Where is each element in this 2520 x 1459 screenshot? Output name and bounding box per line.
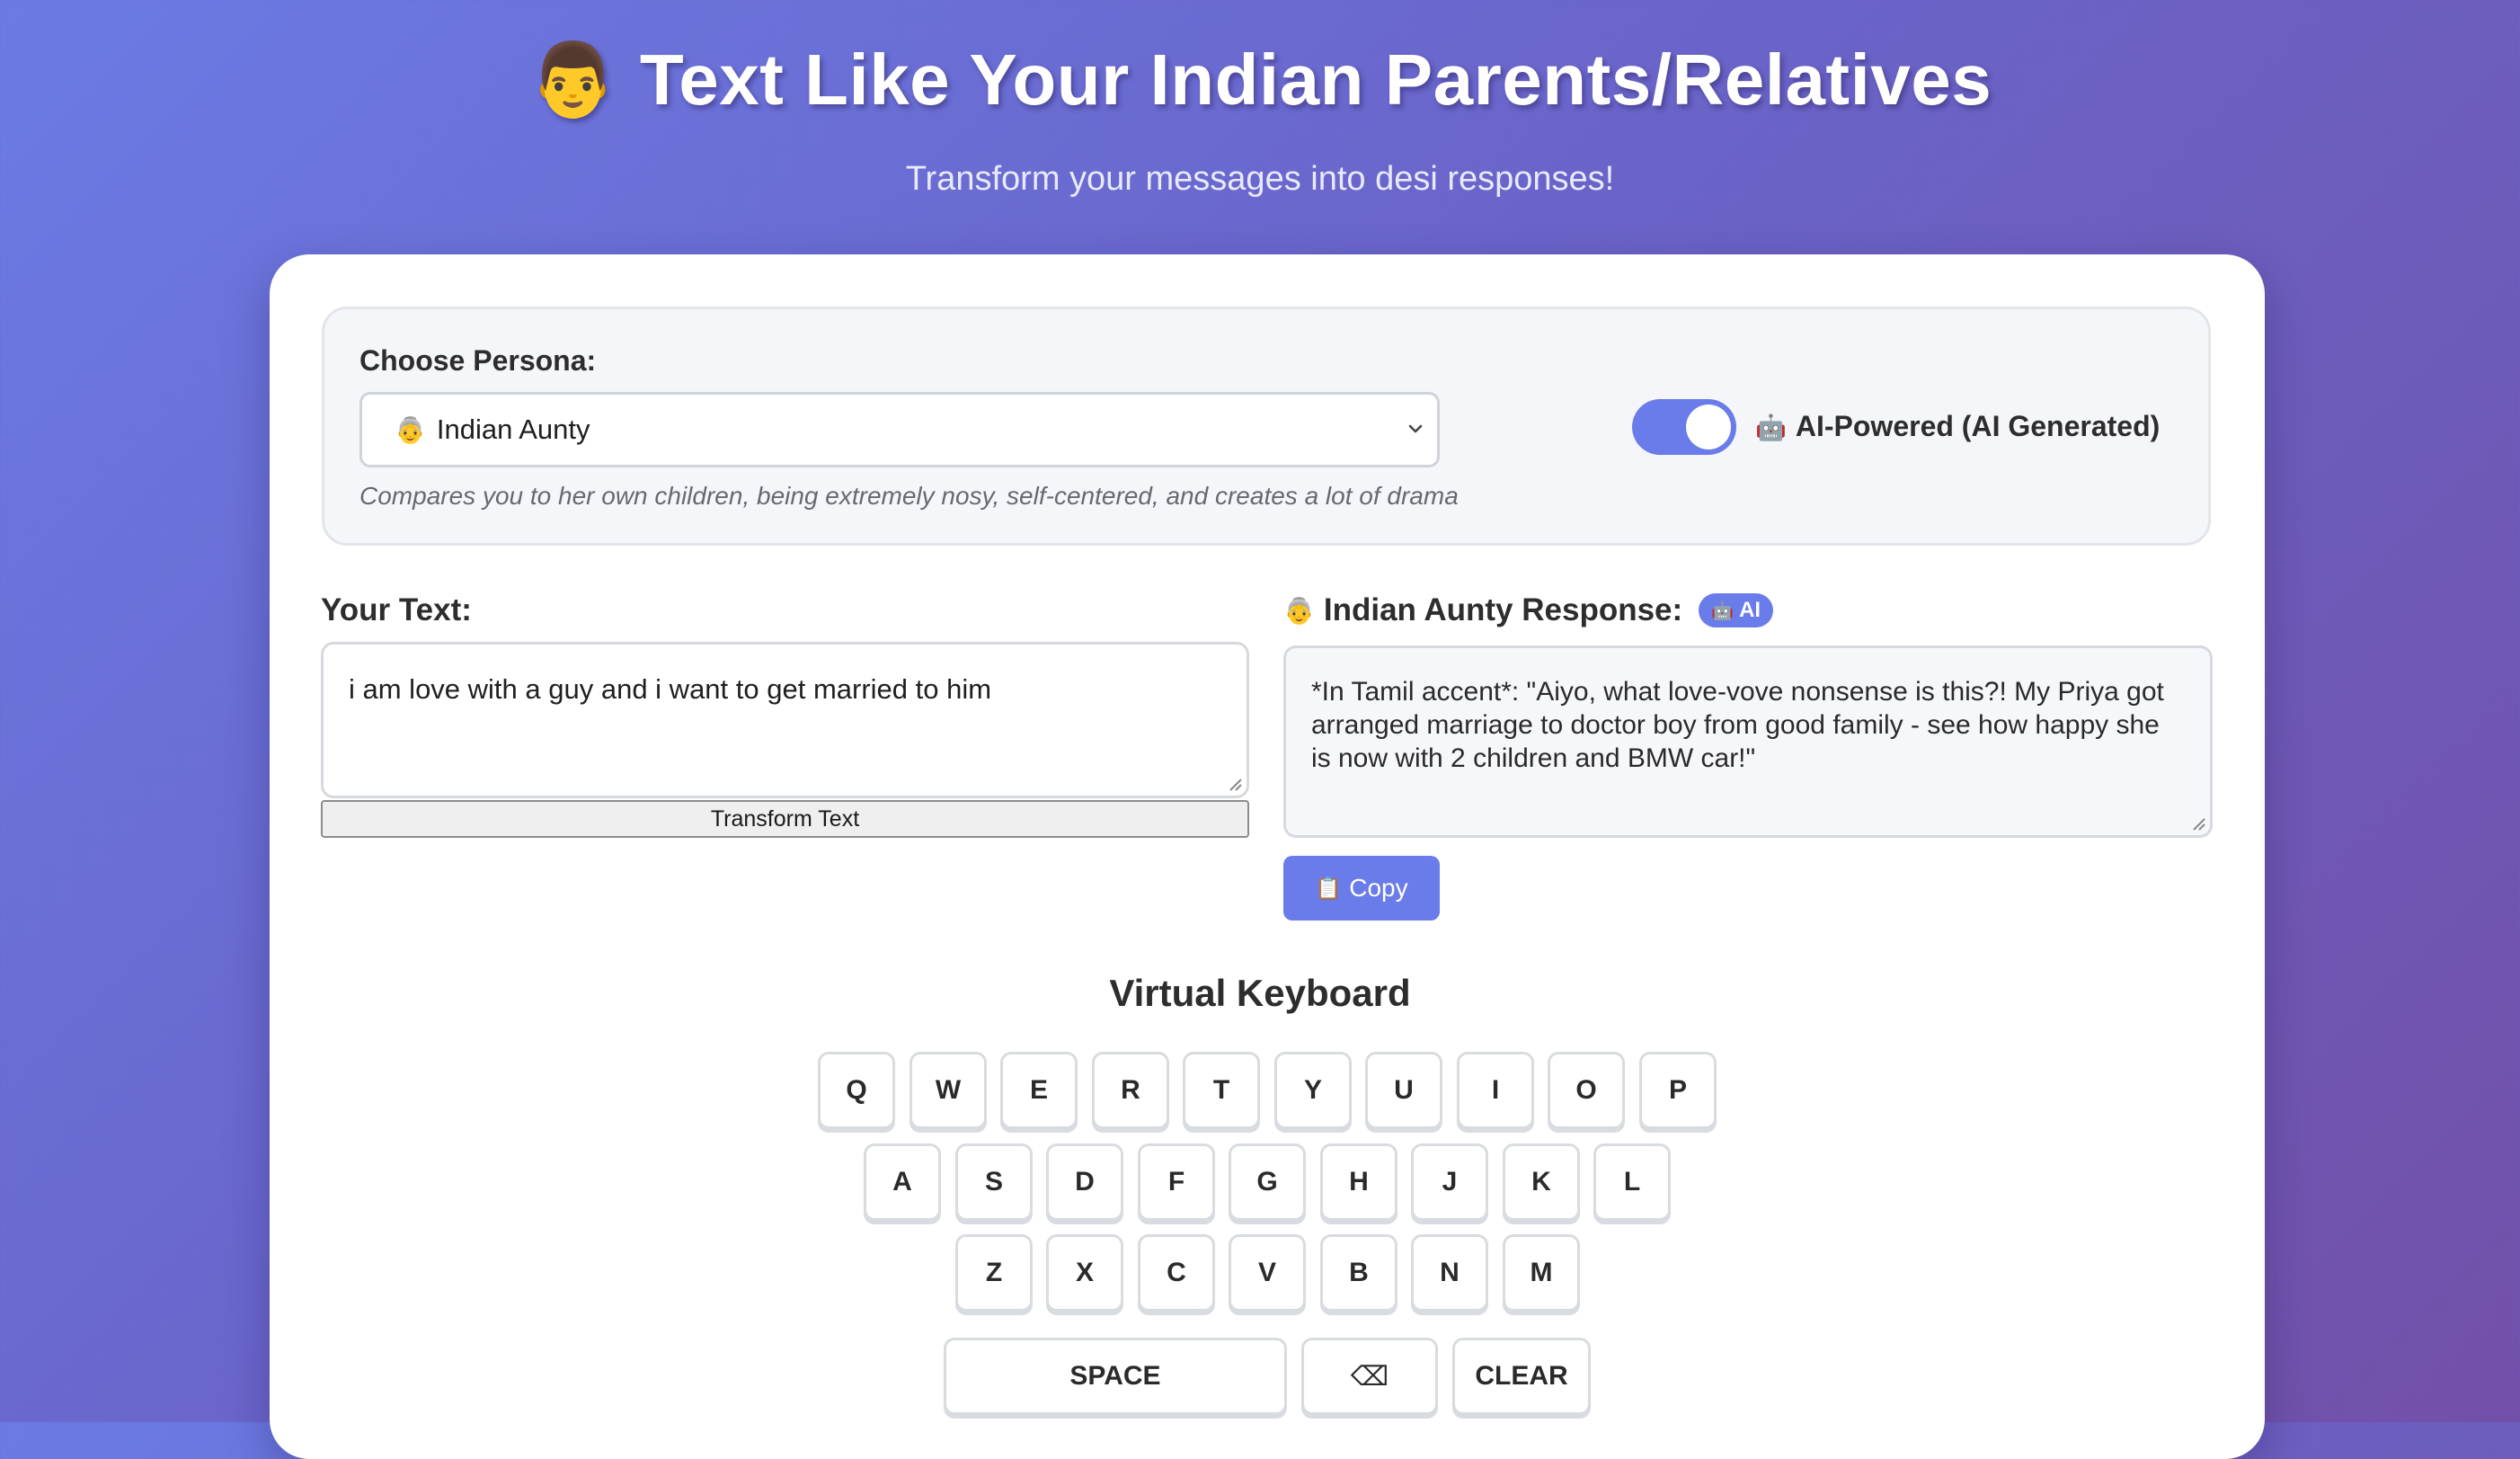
key-clear[interactable]: CLEAR [1452,1338,1591,1415]
man-emoji-icon: 👨 [528,40,618,120]
resize-grip-icon[interactable] [1227,776,1243,792]
ai-toggle-switch[interactable] [1632,399,1736,455]
key-b[interactable]: B [1320,1234,1398,1312]
clipboard-icon: 📋 [1315,876,1343,901]
robot-icon: 🤖 [1711,601,1735,621]
key-u[interactable]: U [1365,1052,1442,1129]
key-e[interactable]: E [1000,1052,1078,1129]
text-input[interactable]: i am love with a guy and i want to get m… [321,642,1249,798]
aunty-emoji-icon: 👵 [395,415,426,444]
page-subtitle: Transform your messages into desi respon… [905,160,1615,198]
key-g[interactable]: G [1229,1143,1306,1221]
key-i[interactable]: I [1457,1052,1534,1129]
backspace-icon[interactable]: ⌫ [1301,1338,1438,1415]
key-n[interactable]: N [1411,1234,1488,1312]
robot-icon: 🤖 [1755,414,1787,441]
key-z[interactable]: Z [955,1234,1033,1312]
toggle-knob [1686,405,1731,449]
persona-selected-value: Indian Aunty [436,414,590,445]
key-f[interactable]: F [1138,1143,1215,1221]
text-input-value: i am love with a guy and i want to get m… [349,673,992,705]
aunty-emoji-icon: 👵 [1283,596,1315,625]
key-q[interactable]: Q [818,1052,895,1129]
key-a[interactable]: A [864,1143,941,1221]
key-v[interactable]: V [1229,1234,1306,1312]
persona-select[interactable]: 👵 Indian Aunty [359,392,1440,467]
ai-toggle-text: AI-Powered (AI Generated) [1795,410,2161,442]
key-d[interactable]: D [1046,1143,1123,1221]
resize-grip-icon[interactable] [2190,815,2206,832]
key-p[interactable]: P [1639,1052,1717,1129]
response-label-text: Indian Aunty Response: [1323,592,1683,627]
key-j[interactable]: J [1411,1143,1488,1221]
key-h[interactable]: H [1320,1143,1398,1221]
key-y[interactable]: Y [1274,1052,1352,1129]
ai-toggle-label: 🤖 AI-Powered (AI Generated) [1755,410,2160,443]
response-output-text: *In Tamil accent*: "Aiyo, what love-vove… [1311,677,2164,773]
key-s[interactable]: S [955,1143,1033,1221]
transform-text-button[interactable]: Transform Text [321,800,1249,838]
key-x[interactable]: X [1046,1234,1123,1312]
input-label: Your Text: [321,592,472,627]
copy-button[interactable]: 📋 Copy [1283,856,1440,921]
key-r[interactable]: R [1092,1052,1169,1129]
persona-label: Choose Persona: [359,344,597,377]
key-k[interactable]: K [1503,1143,1580,1221]
page-title: 👨 Text Like Your Indian Parents/Relatives [0,38,2520,122]
key-space[interactable]: SPACE [944,1338,1287,1415]
page-title-text: Text Like Your Indian Parents/Relatives [639,40,1992,120]
key-l[interactable]: L [1593,1143,1671,1221]
response-label: 👵 Indian Aunty Response: 🤖 AI [1283,592,1774,628]
key-c[interactable]: C [1138,1234,1215,1312]
persona-description: Compares you to her own children, being … [359,482,1459,510]
key-m[interactable]: M [1503,1234,1580,1312]
key-t[interactable]: T [1183,1052,1260,1129]
ai-badge: 🤖 AI [1699,593,1774,627]
response-output[interactable]: *In Tamil accent*: "Aiyo, what love-vove… [1283,645,2213,838]
key-w[interactable]: W [910,1052,987,1129]
ai-badge-text: AI [1739,598,1761,622]
keyboard-title: Virtual Keyboard [1109,972,1411,1014]
key-o[interactable]: O [1548,1052,1625,1129]
copy-button-label: Copy [1349,874,1408,902]
chevron-down-icon [1408,424,1423,433]
